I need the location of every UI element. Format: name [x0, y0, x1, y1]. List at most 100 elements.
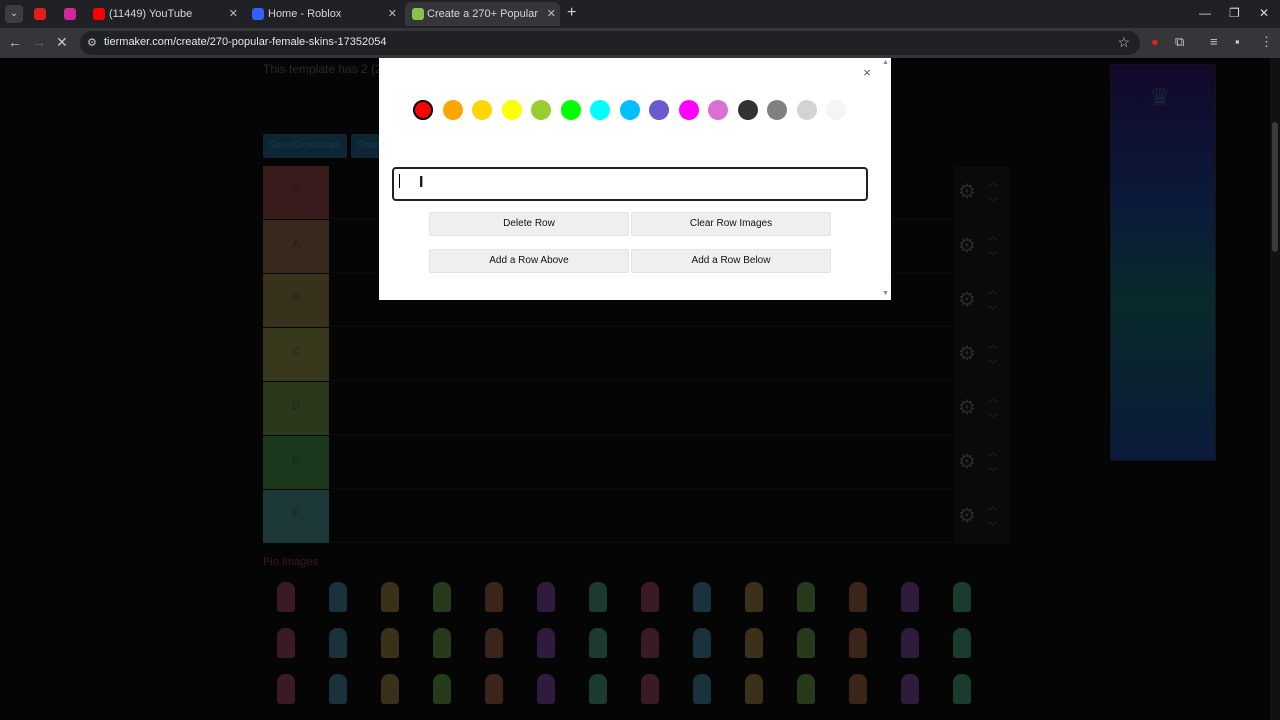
character-thumbnail[interactable]: [797, 582, 815, 612]
character-thumbnail[interactable]: [901, 582, 919, 612]
character-thumbnail[interactable]: [745, 674, 763, 704]
tier-row[interactable]: [329, 436, 954, 489]
tier-row[interactable]: [329, 490, 954, 543]
chevron-down-icon[interactable]: ﹀: [988, 356, 998, 371]
tab-tiermaker[interactable]: Create a 270+ Popular Female ✕: [405, 2, 560, 26]
chevron-down-icon[interactable]: ﹀: [988, 410, 998, 425]
character-thumbnail[interactable]: [953, 674, 971, 704]
tab-pinned-1[interactable]: [28, 2, 48, 26]
character-thumbnail[interactable]: [693, 674, 711, 704]
modal-scroll-down-icon[interactable]: ▼: [882, 290, 889, 297]
chevron-up-icon[interactable]: ︿: [988, 282, 998, 297]
tier-label-cell[interactable]: D: [263, 382, 329, 435]
chevron-up-icon[interactable]: ︿: [988, 498, 998, 513]
character-thumbnail[interactable]: [537, 628, 555, 658]
character-thumbnail[interactable]: [277, 628, 295, 658]
character-thumbnail[interactable]: [485, 674, 503, 704]
character-thumbnail[interactable]: [537, 674, 555, 704]
chevron-up-icon[interactable]: ︿: [988, 228, 998, 243]
character-thumbnail[interactable]: [953, 628, 971, 658]
character-thumbnail[interactable]: [693, 582, 711, 612]
chevron-down-icon[interactable]: ﹀: [988, 302, 998, 317]
color-swatch[interactable]: [649, 100, 669, 120]
address-bar[interactable]: ⚙ tiermaker.com/create/270-popular-femal…: [80, 31, 1140, 55]
chevron-up-icon[interactable]: ︿: [988, 336, 998, 351]
color-swatch[interactable]: [678, 100, 699, 120]
gear-icon[interactable]: ⚙: [958, 180, 976, 204]
chevron-up-icon[interactable]: ︿: [988, 174, 998, 189]
bookmark-star-icon[interactable]: ☆: [1117, 34, 1130, 51]
character-thumbnail[interactable]: [277, 582, 295, 612]
share-button[interactable]: Share: [351, 134, 384, 158]
chevron-down-icon[interactable]: ﹀: [988, 518, 998, 533]
gear-icon[interactable]: ⚙: [958, 234, 976, 258]
back-icon[interactable]: ←: [8, 34, 22, 50]
tier-label-cell[interactable]: F: [263, 490, 329, 543]
clear-row-images-button[interactable]: Clear Row Images: [631, 212, 831, 236]
gear-icon[interactable]: ⚙: [958, 342, 976, 366]
close-window-icon[interactable]: ✕: [1259, 6, 1269, 20]
character-thumbnail[interactable]: [693, 628, 711, 658]
character-thumbnail[interactable]: [537, 582, 555, 612]
character-thumbnail[interactable]: [329, 674, 347, 704]
character-thumbnail[interactable]: [485, 628, 503, 658]
character-thumbnail[interactable]: [849, 674, 867, 704]
tier-row[interactable]: [329, 382, 954, 435]
tier-label-cell[interactable]: A: [263, 220, 329, 273]
color-swatch[interactable]: [531, 100, 551, 120]
character-thumbnail[interactable]: [641, 674, 659, 704]
site-info-icon[interactable]: ⚙: [87, 36, 97, 49]
color-swatch[interactable]: [442, 100, 463, 120]
chevron-down-icon[interactable]: ﹀: [988, 194, 998, 209]
stop-loading-icon[interactable]: ✕: [56, 34, 68, 50]
tier-label-cell[interactable]: B: [263, 274, 329, 327]
color-swatch[interactable]: [501, 100, 522, 120]
extensions-puzzle-icon[interactable]: ⧉: [1175, 34, 1184, 50]
character-thumbnail[interactable]: [641, 582, 659, 612]
profile-icon[interactable]: ▪: [1235, 34, 1240, 49]
gear-icon[interactable]: ⚙: [958, 288, 976, 312]
character-thumbnail[interactable]: [329, 582, 347, 612]
character-thumbnail[interactable]: [849, 582, 867, 612]
color-swatch[interactable]: [826, 100, 846, 120]
forward-icon[interactable]: →: [32, 34, 46, 50]
character-thumbnail[interactable]: [381, 582, 399, 612]
character-thumbnail[interactable]: [901, 674, 919, 704]
tab-roblox[interactable]: Home - Roblox ✕: [246, 2, 401, 26]
character-thumbnail[interactable]: [745, 628, 763, 658]
tier-label-cell[interactable]: S: [263, 166, 329, 219]
character-thumbnail[interactable]: [589, 674, 607, 704]
page-scrollbar[interactable]: [1270, 58, 1280, 720]
gear-icon[interactable]: ⚙: [958, 450, 976, 474]
chevron-up-icon[interactable]: ︿: [988, 444, 998, 459]
color-swatch[interactable]: [767, 100, 787, 120]
character-thumbnail[interactable]: [797, 674, 815, 704]
tier-label-cell[interactable]: E: [263, 436, 329, 489]
gear-icon[interactable]: ⚙: [958, 504, 976, 528]
media-control-icon[interactable]: ≡: [1210, 34, 1218, 49]
character-thumbnail[interactable]: [381, 674, 399, 704]
color-swatch[interactable]: [796, 100, 817, 120]
color-swatch[interactable]: [472, 100, 492, 120]
advertisement-banner[interactable]: ♛: [1110, 64, 1216, 461]
close-tab-icon[interactable]: ✕: [229, 2, 238, 26]
character-thumbnail[interactable]: [953, 582, 971, 612]
character-thumbnail[interactable]: [641, 628, 659, 658]
color-swatch[interactable]: [413, 100, 433, 120]
character-thumbnail[interactable]: [589, 582, 607, 612]
character-thumbnail[interactable]: [433, 582, 451, 612]
tab-youtube[interactable]: (11449) YouTube ✕: [87, 2, 242, 26]
save-download-button[interactable]: Save/Download: [263, 134, 347, 158]
color-swatch[interactable]: [619, 100, 640, 120]
character-thumbnail[interactable]: [849, 628, 867, 658]
modal-scroll-up-icon[interactable]: ▲: [882, 59, 889, 66]
extension-icon[interactable]: ●: [1151, 34, 1159, 49]
color-swatch[interactable]: [590, 100, 610, 120]
character-thumbnail[interactable]: [277, 674, 295, 704]
scrollbar-thumb[interactable]: [1272, 122, 1278, 252]
character-thumbnail[interactable]: [745, 582, 763, 612]
character-thumbnail[interactable]: [433, 674, 451, 704]
menu-icon[interactable]: ⋮: [1260, 34, 1273, 50]
minimize-icon[interactable]: —: [1199, 6, 1211, 20]
character-thumbnail[interactable]: [381, 628, 399, 658]
